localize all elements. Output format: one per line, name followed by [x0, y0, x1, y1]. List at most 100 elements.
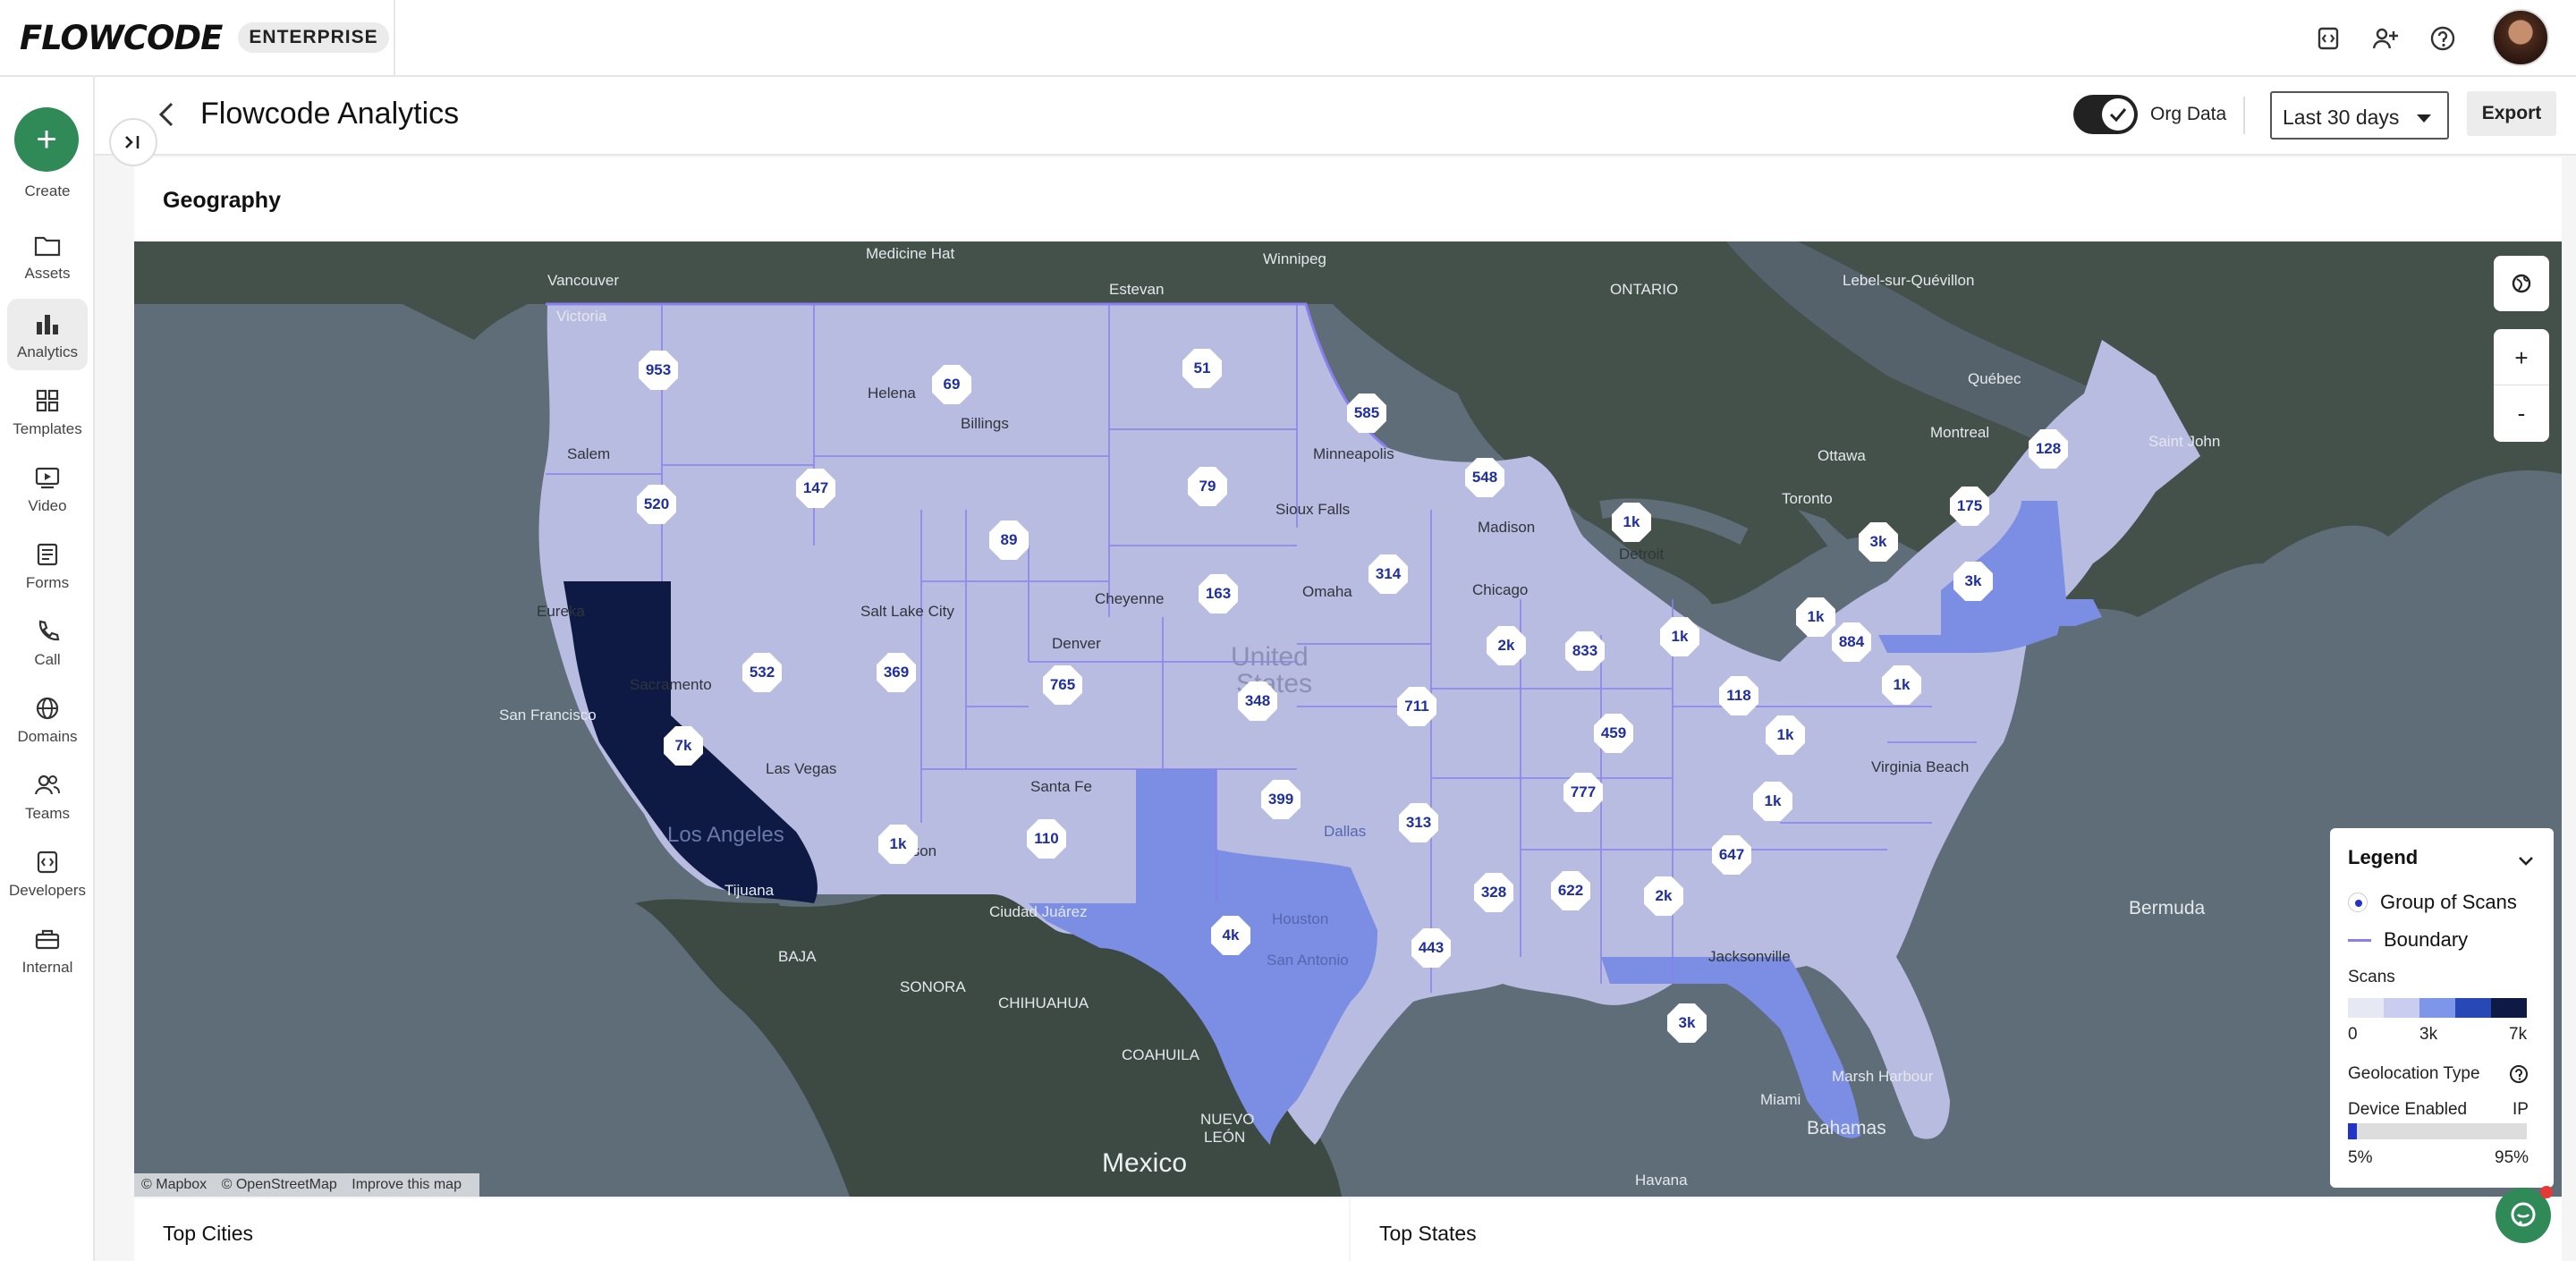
scale-step [2348, 998, 2384, 1018]
sidebar-item-label: Internal [21, 959, 73, 976]
mapbox-link[interactable]: © Mapbox [141, 1177, 207, 1192]
place-label: Houston [1272, 910, 1329, 927]
sidebar-item-teams[interactable]: Teams [7, 760, 88, 832]
enterprise-badge: ENTERPRISE [238, 22, 389, 53]
ip-label: IP [2512, 1100, 2529, 1119]
place-label: Lebel-sur-Quévillon [1843, 272, 1975, 289]
caret-down-icon [2417, 114, 2431, 123]
top-cities-card: Top Cities [134, 1198, 1349, 1261]
scans-color-scale [2348, 998, 2527, 1018]
place-label: Salem [567, 445, 611, 462]
place-label: Minneapolis [1313, 445, 1394, 462]
sidebar-item-label: Developers [9, 882, 86, 899]
scan-group-badge-md[interactable]: 884 [1832, 622, 1871, 662]
zoom-out-button[interactable]: - [2494, 385, 2549, 441]
expand-panel-icon [125, 136, 140, 148]
back-button[interactable] [156, 98, 177, 135]
place-label: Chicago [1472, 581, 1529, 598]
place-label: Vancouver [547, 272, 620, 289]
users-icon [34, 774, 60, 795]
group-of-scans-label: Group of Scans [2380, 891, 2517, 913]
create-button[interactable]: + [14, 107, 79, 172]
sidebar-item-developers[interactable]: Developers [7, 837, 88, 909]
toolbox-icon [35, 929, 60, 950]
user-avatar[interactable] [2492, 9, 2549, 66]
globe-view-button[interactable] [2494, 256, 2549, 311]
geolocation-ratio-bar [2348, 1123, 2527, 1139]
place-label: Detroit [1619, 546, 1665, 563]
sidebar-item-label: Templates [13, 420, 82, 437]
ip-pct-label: 95% [2495, 1148, 2529, 1167]
phone-icon [38, 620, 60, 641]
scale-tick: 3k [2419, 1025, 2438, 1044]
folder-icon [34, 236, 61, 257]
grid-icon [36, 389, 59, 412]
add-user-icon[interactable] [2370, 23, 2401, 54]
geolocation-help-icon[interactable] [2509, 1064, 2529, 1088]
export-button[interactable]: Export [2467, 91, 2556, 136]
sidebar-item-internal[interactable]: Internal [7, 914, 88, 986]
chevron-left-icon [158, 102, 174, 127]
improve-map-link[interactable]: Improve this map [352, 1177, 462, 1192]
place-label: Tijuana [724, 882, 775, 899]
place-label: Santa Fe [1030, 778, 1092, 795]
scan-group-badge-vt[interactable]: 175 [1950, 487, 1989, 526]
place-label: Toronto [1782, 490, 1833, 507]
scan-group-badge-ny[interactable]: 3k [1859, 522, 1898, 562]
header-divider [2243, 97, 2245, 134]
scale-step [2455, 998, 2491, 1018]
help-icon[interactable] [2428, 23, 2458, 54]
scan-dot-icon [2348, 893, 2368, 912]
sidebar-item-forms[interactable]: Forms [7, 529, 88, 601]
zoom-in-button[interactable]: + [2494, 330, 2549, 385]
scan-group-badge-ma[interactable]: 3k [1953, 562, 1993, 601]
zoom-controls: + - [2494, 329, 2549, 442]
sidebar-item-label: Call [34, 651, 61, 668]
place-label: BAJA [778, 948, 817, 965]
globe-icon [2512, 274, 2531, 293]
place-label: Victoria [556, 308, 607, 325]
place-label: Omaha [1302, 583, 1352, 600]
scan-group-badge-nj[interactable]: 1k [1882, 665, 1921, 705]
date-range-select[interactable]: Last 30 days [2270, 91, 2449, 140]
boundary-label: Boundary [2384, 928, 2469, 951]
code-frame-icon[interactable] [2313, 23, 2343, 54]
top-cities-title: Top Cities [163, 1222, 253, 1245]
collapse-sidebar-button[interactable] [109, 118, 157, 166]
place-label: Virginia Beach [1871, 758, 1970, 775]
sidebar-item-label: Analytics [16, 343, 79, 360]
map-legend: Legend Group of Scans Boundary Scans 0 3… [2330, 828, 2554, 1188]
place-label: Dallas [1324, 823, 1367, 840]
legend-boundary-row: Boundary [2348, 928, 2468, 952]
page-header: Flowcode Analytics Org Data Last 30 days… [95, 77, 2576, 156]
place-label: Jacksonville [1708, 948, 1791, 965]
scale-step [2419, 998, 2455, 1018]
bar-chart-icon [37, 315, 58, 334]
legend-group-row: Group of Scans [2348, 891, 2517, 914]
sidebar-item-assets[interactable]: Assets [7, 222, 88, 293]
sidebar-item-analytics[interactable]: Analytics [7, 299, 88, 370]
place-label: Saint John [2148, 433, 2221, 450]
scale-tick: 0 [2348, 1025, 2358, 1044]
place-label: Cheyenne [1095, 590, 1165, 607]
org-data-toggle[interactable] [2073, 95, 2138, 134]
scan-group-badge-me[interactable]: 128 [2029, 429, 2068, 469]
chevron-down-icon[interactable] [2518, 855, 2534, 871]
place-label: CHIHUAHUA [998, 994, 1089, 1011]
date-range-value: Last 30 days [2283, 106, 2400, 129]
place-label: Marsh Harbour [1832, 1068, 1934, 1085]
place-label: Medicine Hat [866, 245, 955, 262]
sidebar-item-video[interactable]: Video [7, 453, 88, 524]
place-label: Québec [1968, 370, 2021, 387]
place-label: Miami [1760, 1091, 1801, 1108]
flowcode-logo[interactable]: FLOWCODE [20, 19, 223, 57]
sidebar-item-label: Forms [25, 574, 70, 591]
place-label: Mexico [1102, 1148, 1188, 1178]
sidebar-item-domains[interactable]: Domains [7, 683, 88, 755]
sidebar-item-templates[interactable]: Templates [7, 376, 88, 447]
osm-link[interactable]: © OpenStreetMap [222, 1177, 337, 1192]
sidebar-item-call[interactable]: Call [7, 606, 88, 678]
sidebar: + Create Assets Analytics Templates Vide… [0, 77, 95, 1261]
place-label: Bahamas [1807, 1118, 1886, 1138]
geography-map[interactable]: Medicine Hat Winnipeg Vancouver Victoria… [134, 241, 2562, 1197]
